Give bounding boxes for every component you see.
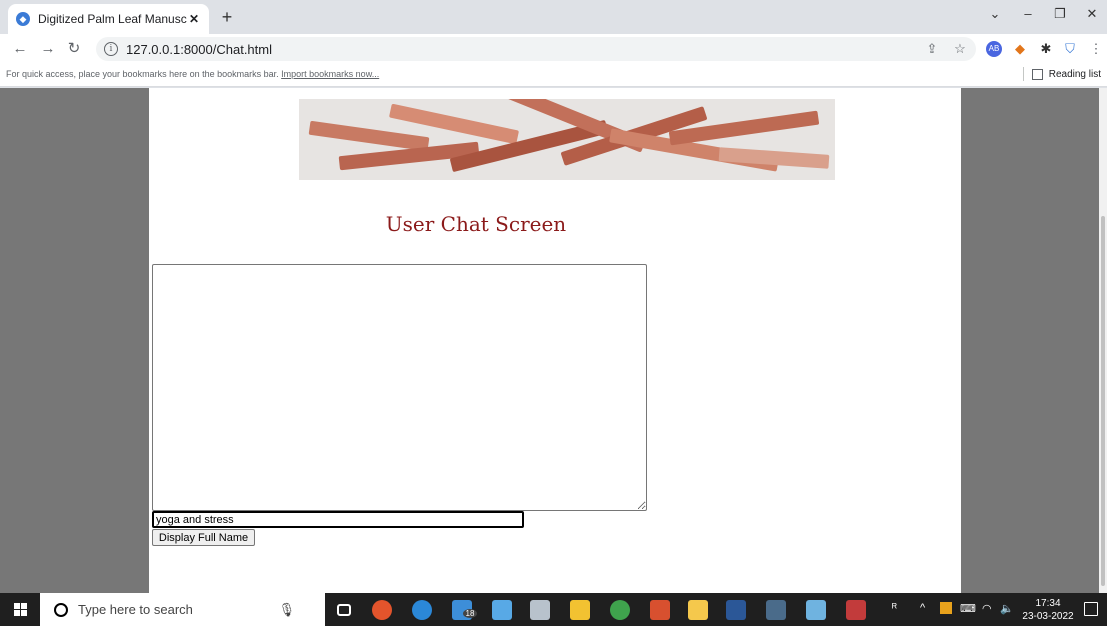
bookmarks-hint-text: For quick access, place your bookmarks h… (6, 69, 279, 79)
tab-title: Digitized Palm Leaf Manuscript S (38, 12, 187, 26)
address-bar[interactable]: i 127.0.0.1:8000/Chat.html (96, 37, 976, 61)
browser-toolbar: ← → ↻ i 127.0.0.1:8000/Chat.html ⇪ ☆ AB … (0, 34, 1107, 64)
close-tab-icon[interactable]: ✕ (187, 12, 201, 26)
display-full-name-button[interactable]: Display Full Name (152, 529, 255, 546)
metamask-extension-icon[interactable]: ◆ (1012, 41, 1028, 57)
reading-list-icon (1031, 68, 1043, 80)
message-input[interactable] (152, 511, 524, 528)
tray-app-icon[interactable] (940, 602, 952, 614)
tab-strip: ◆ Digitized Palm Leaf Manuscript S ✕ + ⌄… (0, 0, 1107, 34)
clock-time: 17:34 (1035, 598, 1061, 609)
people-icon[interactable]: ᴿ (892, 602, 897, 614)
keyboard-icon[interactable]: ⌨ (960, 602, 976, 615)
app-icon-blue[interactable] (492, 600, 512, 620)
scrollbar-thumb[interactable] (1101, 216, 1105, 586)
microsoft-store-icon[interactable] (570, 600, 590, 620)
reading-list-label: Reading list (1048, 68, 1101, 80)
mail-icon[interactable]: 18 (452, 600, 477, 620)
site-info-icon[interactable]: i (104, 42, 118, 56)
shield-extension-icon[interactable]: ⛉ (1062, 41, 1078, 57)
app-icon-slate[interactable] (766, 600, 786, 620)
taskbar-search-box[interactable]: Type here to search 🎙 (40, 593, 325, 626)
edge-browser-icon[interactable] (412, 600, 432, 620)
extensions-puzzle-icon[interactable]: ✱ (1038, 41, 1054, 57)
bookmark-star-icon[interactable]: ☆ (952, 41, 968, 57)
minimize-icon[interactable]: – (1018, 6, 1038, 21)
restore-icon[interactable]: ❐ (1050, 6, 1070, 22)
volume-icon[interactable]: 🔈 (1000, 602, 1014, 615)
page-scrollbar[interactable] (1099, 88, 1107, 593)
clock-date: 23-03-2022 (1022, 611, 1074, 622)
back-icon[interactable]: ← (10, 39, 30, 59)
wifi-icon[interactable]: ◠ (982, 602, 992, 615)
app-icon-red[interactable] (372, 600, 392, 620)
app-icon-document[interactable] (806, 600, 826, 620)
windows-start-icon[interactable] (14, 603, 27, 616)
divider (1022, 67, 1024, 81)
app-icon-tools[interactable] (846, 600, 866, 620)
windows-taskbar: Type here to search 🎙 18 ᴿ ^ ⌨ ◠ 🔈 17:34… (0, 593, 1107, 626)
page-viewport: User Chat Screen Display Full Name (0, 88, 1107, 593)
notifications-icon[interactable] (1084, 602, 1098, 616)
taskbar-clock[interactable]: 17:34 23-03-2022 (1020, 597, 1076, 623)
tray-chevron-icon[interactable]: ^ (920, 602, 925, 614)
bookmarks-bar: For quick access, place your bookmarks h… (0, 64, 1107, 87)
import-bookmarks-link[interactable]: Import bookmarks now... (281, 69, 379, 79)
close-window-icon[interactable]: ✕ (1082, 6, 1102, 22)
task-view-icon[interactable] (337, 604, 351, 616)
share-icon[interactable]: ⇪ (924, 41, 940, 57)
reload-icon[interactable]: ↻ (64, 39, 84, 59)
mail-badge: 18 (463, 609, 477, 618)
microphone-icon[interactable]: 🎙 (278, 602, 295, 618)
bookmarks-hint: For quick access, place your bookmarks h… (6, 69, 379, 79)
site-favicon-icon: ◆ (16, 12, 30, 26)
chrome-icon[interactable] (610, 600, 630, 620)
forward-icon[interactable]: → (38, 39, 58, 59)
reading-list-button[interactable]: Reading list (1022, 67, 1101, 81)
taskbar-search-placeholder: Type here to search (78, 602, 193, 617)
menu-kebab-icon[interactable]: ⋮ (1088, 41, 1104, 57)
palm-leaf-banner-image (299, 99, 835, 180)
url-text: 127.0.0.1:8000/Chat.html (126, 41, 272, 57)
adblock-extension-icon[interactable]: AB (986, 41, 1002, 57)
chat-log-textarea[interactable] (152, 264, 647, 511)
file-explorer-icon[interactable] (688, 600, 708, 620)
tab-search-icon[interactable]: ⌄ (985, 6, 1005, 22)
page-title: User Chat Screen (385, 212, 567, 236)
page-content: User Chat Screen Display Full Name (149, 88, 961, 593)
terminal-icon[interactable] (530, 600, 550, 620)
browser-tab[interactable]: ◆ Digitized Palm Leaf Manuscript S ✕ (8, 4, 209, 34)
new-tab-button[interactable]: + (216, 6, 238, 28)
app-icon-orange[interactable] (650, 600, 670, 620)
word-icon[interactable] (726, 600, 746, 620)
cortana-circle-icon (54, 602, 68, 617)
